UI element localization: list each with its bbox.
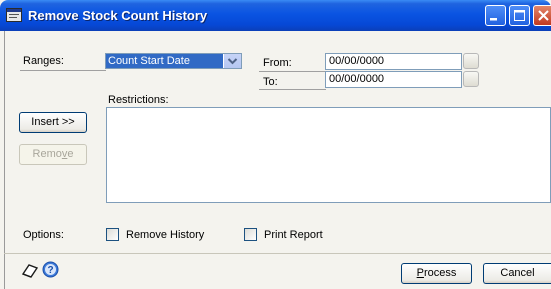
process-label-accel: P [416,267,424,279]
close-icon [538,10,549,21]
options-label: Options: [23,229,64,241]
to-label: To: [263,76,278,88]
remove-label-part1: Remo [32,148,62,160]
cancel-button[interactable]: Cancel [483,263,551,284]
footer-divider [4,253,551,254]
dialog-window: Remove Stock Count History Ranges: Count… [0,0,551,289]
print-report-checkbox[interactable] [244,228,257,241]
svg-text:?: ? [47,265,53,276]
to-date-calendar-button[interactable] [463,71,479,87]
remove-label-part2: e [67,148,74,160]
dropdown-arrow-button[interactable] [223,54,241,68]
window-title: Remove Stock Count History [28,8,208,23]
title-bar[interactable]: Remove Stock Count History [0,0,551,31]
to-date-field[interactable]: 00/00/0000 [325,71,462,88]
ranges-label: Ranges: [23,55,64,67]
help-icon[interactable]: ? [42,261,59,278]
chevron-down-icon [227,58,238,65]
minimize-button[interactable] [485,5,506,26]
process-button[interactable]: Process [401,263,472,284]
from-label: From: [263,57,292,69]
remove-history-label[interactable]: Remove History [126,229,204,241]
close-button[interactable] [533,5,551,26]
from-underline [259,71,326,72]
from-date-field[interactable]: 00/00/0000 [325,53,462,70]
ranges-selected-value: Count Start Date [106,54,223,68]
minimize-icon [490,18,497,21]
print-report-label[interactable]: Print Report [264,229,323,241]
restrictions-label: Restrictions: [108,94,169,106]
app-window-icon [6,8,22,22]
ranges-dropdown[interactable]: Count Start Date [105,53,242,69]
maximize-icon [514,10,525,21]
ranges-underline [20,70,106,71]
to-underline [259,89,326,90]
from-date-calendar-button[interactable] [463,53,479,69]
remove-button[interactable]: Remove [19,144,87,165]
remove-history-checkbox[interactable] [106,228,119,241]
restrictions-list[interactable] [106,107,551,203]
note-icon[interactable] [21,262,39,278]
process-label-rest: rocess [423,267,457,279]
insert-button[interactable]: Insert >> [19,112,87,133]
maximize-button[interactable] [509,5,530,26]
